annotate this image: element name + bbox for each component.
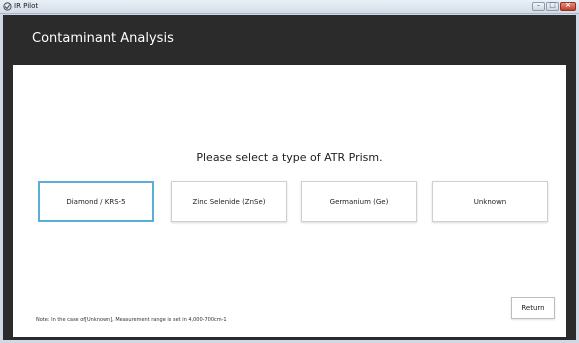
- return-button-label: Return: [521, 304, 545, 312]
- prism-button-label: Germanium (Ge): [329, 197, 389, 206]
- return-button[interactable]: Return: [511, 297, 555, 319]
- minimize-icon: –: [536, 1, 541, 9]
- main-content: Please select a type of ATR Prism. Diamo…: [13, 65, 566, 337]
- window-titlebar: IR Pilot – □ ×: [0, 0, 579, 14]
- prism-button-unknown[interactable]: Unknown: [432, 181, 548, 222]
- minimize-button[interactable]: –: [532, 1, 545, 11]
- maximize-button[interactable]: □: [546, 1, 559, 11]
- window-title: IR Pilot: [14, 2, 39, 10]
- prism-button-znse[interactable]: Zinc Selenide (ZnSe): [171, 181, 287, 222]
- prism-button-label: Zinc Selenide (ZnSe): [192, 197, 266, 206]
- app-frame: Contaminant Analysis Please select a typ…: [3, 15, 576, 340]
- prism-button-label: Diamond / KRS-5: [66, 197, 126, 206]
- close-button[interactable]: ×: [560, 1, 576, 11]
- maximize-icon: □: [549, 1, 556, 9]
- header-bar: Contaminant Analysis: [3, 15, 576, 62]
- prism-prompt: Please select a type of ATR Prism.: [196, 151, 383, 164]
- window-controls: – □ ×: [532, 1, 576, 11]
- page-title: Contaminant Analysis: [32, 31, 174, 46]
- prism-button-germanium[interactable]: Germanium (Ge): [301, 181, 417, 222]
- ir-pilot-app-icon: [3, 2, 12, 11]
- prism-button-diamond[interactable]: Diamond / KRS-5: [38, 181, 154, 222]
- close-icon: ×: [565, 1, 571, 9]
- measurement-range-note: Note: In the case of[Unknown], Measureme…: [36, 317, 227, 323]
- prism-button-label: Unknown: [473, 197, 507, 206]
